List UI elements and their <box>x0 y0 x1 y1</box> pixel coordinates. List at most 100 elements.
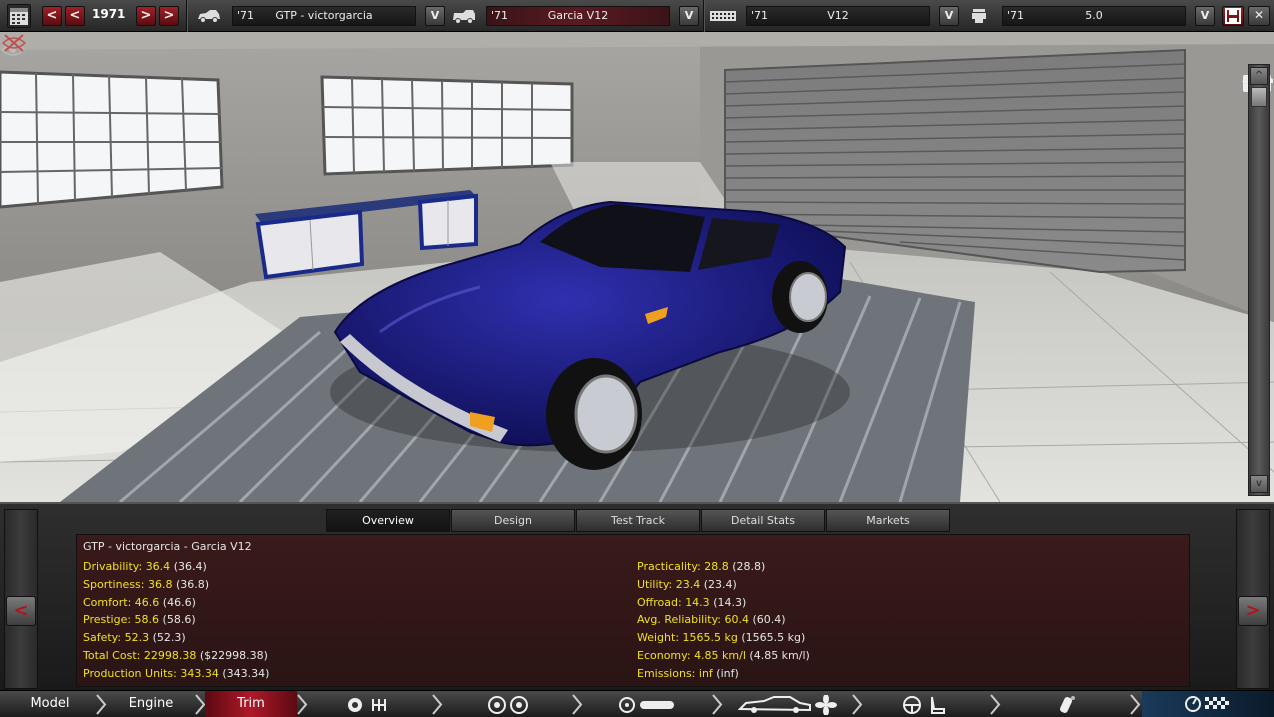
overview-stats: GTP - victorgarcia - Garcia V12 Drivabil… <box>76 534 1190 687</box>
year-next-fast-button[interactable]: > <box>159 6 179 26</box>
stat-previous: (36.8) <box>176 577 210 591</box>
chevron-right-icon <box>297 694 308 715</box>
trim-name: Garcia V12 <box>547 9 609 22</box>
stat-previous: (14.3) <box>713 595 747 609</box>
year-next-button[interactable]: > <box>136 6 156 26</box>
stat-label: Practicality: <box>637 560 701 573</box>
tab-overview[interactable]: Overview <box>326 509 450 532</box>
suspension-icon[interactable] <box>618 695 678 715</box>
stat-comfort: Comfort: 46.6 (46.6) <box>83 594 269 612</box>
stat-label: Sportiness: <box>83 577 145 591</box>
chevron-right-icon <box>432 694 443 715</box>
year-prev-fast-button[interactable]: < <box>65 6 85 26</box>
stat-prestige: Prestige: 58.6 (58.6) <box>83 611 269 629</box>
finish-flag-icon <box>1185 696 1229 712</box>
toolbar-separator <box>186 0 188 32</box>
engine-variant-dropdown-button[interactable]: V <box>1195 6 1215 26</box>
tab-design[interactable]: Design <box>451 509 575 532</box>
category-model[interactable]: Model <box>0 691 100 717</box>
engine-family-dropdown-button[interactable]: V <box>939 6 959 26</box>
close-button[interactable]: ✕ <box>1248 6 1270 26</box>
tab-test-track[interactable]: Test Track <box>576 509 700 532</box>
design-category-bar: Model Engine Trim <box>0 690 1274 717</box>
info-panel: < > Overview Design Test Track Detail St… <box>0 502 1274 690</box>
chevron-right-icon <box>852 694 863 715</box>
stat-previous: (52.3) <box>152 631 186 645</box>
scroll-down-button[interactable]: v <box>1250 475 1268 493</box>
trim-dropdown-button[interactable]: V <box>679 6 699 26</box>
model-name: GTP - victorgarcia <box>275 9 373 22</box>
stat-value: 23.4 <box>675 577 701 591</box>
stat-economy: Economy: 4.85 km/l (4.85 km/l) <box>637 647 810 665</box>
exhaust-icon[interactable] <box>1052 695 1082 715</box>
stat-value: 36.4 <box>145 560 171 573</box>
gearbox-icon[interactable] <box>345 695 393 715</box>
stat-value: 46.6 <box>134 595 160 609</box>
stat-previous: (36.4) <box>173 560 207 573</box>
category-engine[interactable]: Engine <box>104 691 198 717</box>
stat-previous: (inf) <box>716 666 739 680</box>
stat-value: 343.34 <box>180 666 219 680</box>
stat-previous: (1565.5 kg) <box>741 631 806 645</box>
stat-label: Safety: <box>83 631 122 645</box>
panel-prev-button[interactable]: < <box>6 596 36 626</box>
stat-previous: (28.8) <box>732 560 766 573</box>
wheels-icon[interactable] <box>485 695 533 715</box>
reset-view-icon[interactable] <box>0 32 28 54</box>
scroll-up-button[interactable]: ^ <box>1250 67 1268 85</box>
model-dropdown-button[interactable]: V <box>425 6 445 26</box>
stat-label: Avg. Reliability: <box>637 613 722 627</box>
stat-value: 28.8 <box>704 560 729 573</box>
stat-label: Emissions: <box>637 666 696 680</box>
viewport-scrollbar[interactable]: ^ v <box>1248 64 1270 496</box>
stat-previous: (23.4) <box>703 577 737 591</box>
year-prev-button[interactable]: < <box>42 6 62 26</box>
finish-section[interactable] <box>1142 691 1274 717</box>
engine-variant-select[interactable]: '71 5.0 <box>1002 6 1186 26</box>
stats-title: GTP - victorgarcia - Garcia V12 <box>83 540 252 553</box>
tab-detail-stats[interactable]: Detail Stats <box>701 509 825 532</box>
stats-left-column: Drivability: 36.4 (36.4) Sportiness: 36.… <box>83 558 269 683</box>
top-toolbar: < < 1971 > > '71 GTP - victorgarcia V '7… <box>0 0 1274 32</box>
engine-family-select[interactable]: '71 V12 <box>746 6 930 26</box>
interior-icon[interactable] <box>900 695 950 715</box>
stat-emissions: Emissions: inf (inf) <box>637 665 810 683</box>
stat-label: Drivability: <box>83 560 143 573</box>
panel-next-button[interactable]: > <box>1238 596 1268 626</box>
tab-markets[interactable]: Markets <box>826 509 950 532</box>
garage-scene <box>0 32 1274 502</box>
stat-label: Production Units: <box>83 666 177 680</box>
chevron-right-icon <box>572 694 583 715</box>
piston-icon <box>972 9 986 23</box>
body-aero-icon[interactable] <box>738 695 838 715</box>
engine-block-icon <box>710 11 736 21</box>
stat-label: Weight: <box>637 631 680 645</box>
garage-3d-viewport[interactable]: ^ v <box>0 32 1274 502</box>
info-tabs: Overview Design Test Track Detail Stats … <box>326 509 951 532</box>
calendar-icon[interactable] <box>7 4 31 28</box>
stat-label: Comfort: <box>83 595 132 609</box>
stat-value: 58.6 <box>134 613 160 627</box>
stat-value: 4.85 km/l <box>694 648 746 662</box>
save-icon[interactable] <box>1222 6 1244 26</box>
stat-value: 36.8 <box>148 577 173 591</box>
stat-utility: Utility: 23.4 (23.4) <box>637 576 810 594</box>
stat-sportiness: Sportiness: 36.8 (36.8) <box>83 576 269 594</box>
stat-previous: ($22998.38) <box>199 648 268 662</box>
stat-label: Prestige: <box>83 613 132 627</box>
toolbar-separator <box>703 0 705 32</box>
stat-safety: Safety: 52.3 (52.3) <box>83 629 269 647</box>
stat-weight: Weight: 1565.5 kg (1565.5 kg) <box>637 629 810 647</box>
car-trim-icon <box>453 10 475 24</box>
model-select[interactable]: '71 GTP - victorgarcia <box>232 6 416 26</box>
stat-value: 22998.38 <box>143 648 197 662</box>
trim-select[interactable]: '71 Garcia V12 <box>486 6 670 26</box>
stat-previous: (60.4) <box>752 613 786 627</box>
stat-value: 60.4 <box>724 613 750 627</box>
category-trim[interactable]: Trim <box>205 691 297 717</box>
car-model-icon <box>198 10 220 23</box>
scroll-thumb[interactable] <box>1251 87 1267 107</box>
stat-offroad: Offroad: 14.3 (14.3) <box>637 594 810 612</box>
stat-drivability: Drivability: 36.4 (36.4) <box>83 558 269 576</box>
stat-avg-reliability: Avg. Reliability: 60.4 (60.4) <box>637 611 810 629</box>
